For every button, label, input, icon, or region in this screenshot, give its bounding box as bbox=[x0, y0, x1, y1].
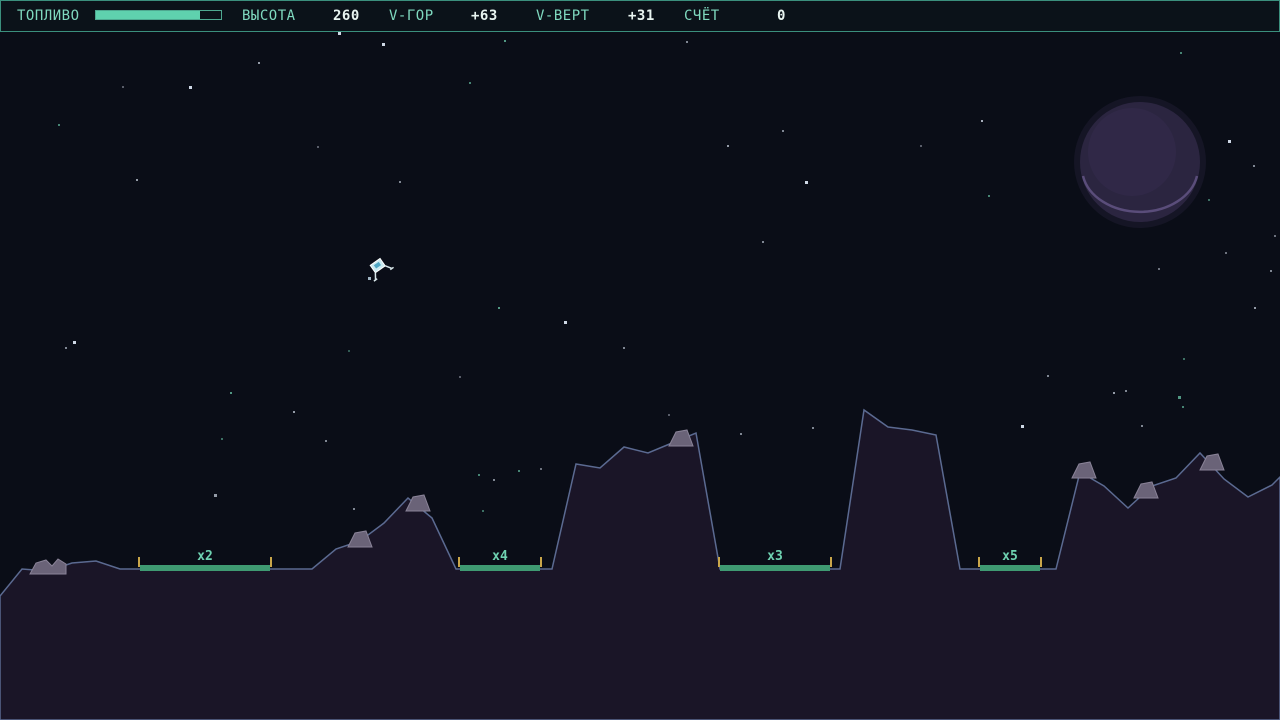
vertical-velocity-label: V-ВЕРТ bbox=[536, 8, 590, 24]
fuel-label: ТОПЛИВО bbox=[17, 8, 80, 24]
altitude-label: ВЫСОТА bbox=[242, 8, 296, 24]
pad-multiplier: x3 bbox=[767, 549, 783, 564]
pad-multiplier: x4 bbox=[492, 549, 508, 564]
horizontal-velocity-label: V-ГОР bbox=[389, 8, 434, 24]
exhaust-particle bbox=[368, 277, 371, 280]
fuel-gauge-fill bbox=[96, 11, 200, 19]
fuel-gauge bbox=[95, 10, 222, 20]
score-value: 0 bbox=[777, 8, 786, 24]
game-scene: x2 x4 x3 x5 bbox=[0, 0, 1280, 720]
altitude-value: 260 bbox=[333, 8, 360, 24]
horizontal-velocity-value: +63 bbox=[471, 8, 498, 24]
vertical-velocity-value: +31 bbox=[628, 8, 655, 24]
score-label: СЧЁТ bbox=[684, 8, 720, 24]
pad-multiplier: x5 bbox=[1002, 549, 1018, 564]
pad-multiplier: x2 bbox=[197, 549, 213, 564]
planet-icon bbox=[1074, 96, 1206, 228]
hud-bar: ТОПЛИВО ВЫСОТА 260 V-ГОР +63 V-ВЕРТ +31 … bbox=[0, 0, 1280, 32]
